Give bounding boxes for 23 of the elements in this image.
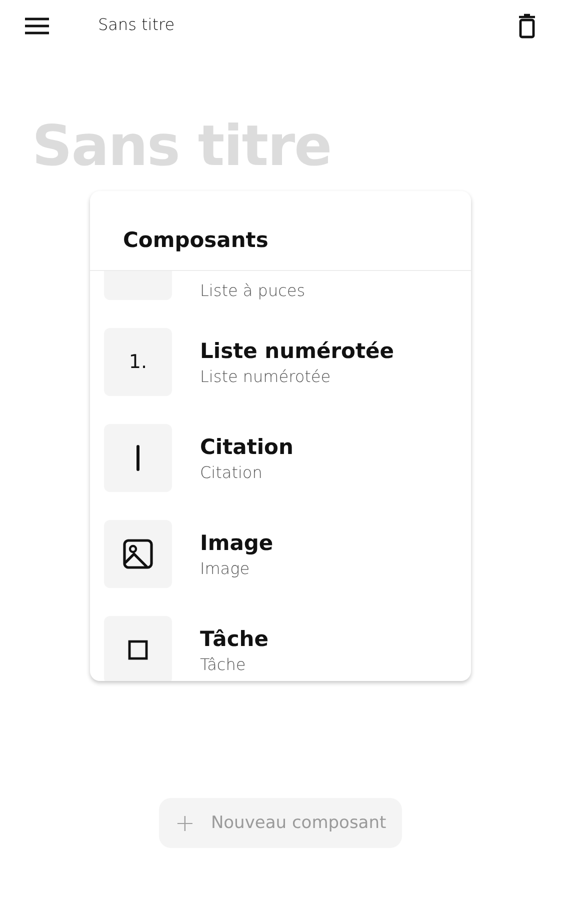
item-description: Image: [200, 558, 251, 578]
panel-title: Composants: [123, 228, 268, 252]
vertical-bar-icon: [136, 445, 140, 471]
menu-icon: [24, 16, 50, 36]
item-description: Citation: [200, 462, 264, 482]
component-item[interactable]: Tâche Tâche: [104, 616, 457, 681]
item-description: Liste à puces: [200, 281, 306, 300]
item-title: Tâche: [200, 626, 268, 650]
item-description: Tâche: [200, 654, 247, 674]
item-description: Liste numérotée: [200, 366, 332, 386]
component-item[interactable]: 1. Liste numérotée Liste numérotée: [104, 328, 457, 396]
component-item[interactable]: Citation Citation: [104, 424, 457, 492]
number-glyph: 1.: [128, 351, 148, 373]
item-title: Liste numérotée: [200, 338, 394, 362]
plus-icon: +: [174, 809, 195, 837]
item-title: Citation: [200, 434, 294, 458]
component-item[interactable]: Image Image: [104, 520, 457, 588]
square-icon: [128, 640, 148, 660]
trash-icon: [517, 13, 537, 39]
app-bar-title: Sans titre: [98, 14, 176, 34]
item-title: Image: [200, 530, 274, 554]
component-item[interactable]: Liste à puces: [104, 271, 457, 300]
image-icon: [123, 539, 153, 569]
